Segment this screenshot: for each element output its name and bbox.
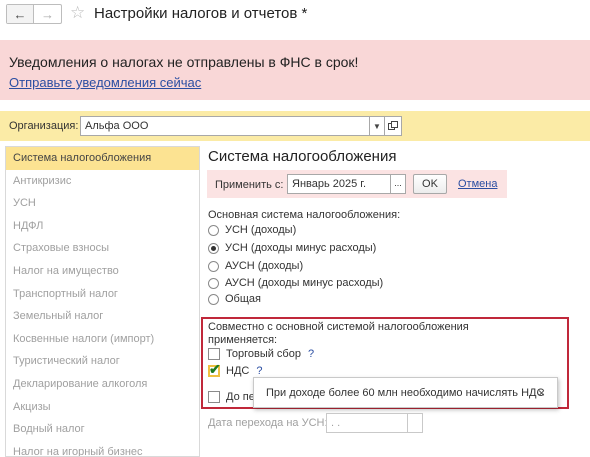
radio-label: УСН (доходы)	[225, 224, 297, 236]
sidebar-item-alcohol[interactable]: Декларирование алкоголя	[6, 373, 199, 396]
back-arrow-icon[interactable]: ←	[7, 5, 35, 23]
favorite-star-icon[interactable]: ☆	[70, 3, 85, 23]
radio-button[interactable]	[208, 293, 219, 305]
main-system-label: Основная система налогообложения:	[208, 209, 401, 221]
vat-tooltip: При доходе более 60 млн необходимо начис…	[253, 377, 558, 408]
radio-option-ausn-income-expenses[interactable]: АУСН (доходы минус расходы)	[208, 275, 383, 291]
transition-date-label: Дата перехода на УСН:	[208, 417, 328, 429]
sidebar-item-property-tax[interactable]: Налог на имущество	[6, 260, 199, 283]
apply-from-label: Применить с:	[215, 179, 284, 191]
radio-label: АУСН (доходы)	[225, 260, 304, 272]
organization-bar: Организация: Альфа ООО ▼	[0, 111, 590, 141]
sidebar-item-indirect-taxes[interactable]: Косвенные налоги (импорт)	[6, 328, 199, 351]
ok-button[interactable]: OK	[413, 174, 447, 194]
radio-button[interactable]	[208, 260, 219, 272]
sidebar-item-tourist-tax[interactable]: Туристический налог	[6, 350, 199, 373]
radio-option-usn-income-expenses[interactable]: УСН (доходы минус расходы)	[208, 240, 376, 256]
checkmark-icon: ✔	[209, 361, 221, 377]
radio-option-general[interactable]: Общая	[208, 291, 261, 307]
trade-fee-label: Торговый сбор	[226, 348, 301, 360]
radio-option-ausn-income[interactable]: АУСН (доходы)	[208, 258, 303, 274]
send-notifications-link[interactable]: Отправьте уведомления сейчас	[9, 75, 201, 90]
transition-date-field[interactable]: . .	[326, 413, 408, 433]
sections-sidebar: Система налогообложения Антикризис УСН Н…	[5, 146, 200, 457]
transition-checkbox[interactable]	[208, 391, 220, 403]
sidebar-item-water-tax[interactable]: Водный налог	[6, 418, 199, 441]
sidebar-item-gambling-tax[interactable]: Налог на игорный бизнес	[6, 441, 199, 456]
sidebar-item-tax-system[interactable]: Система налогообложения	[6, 147, 199, 170]
sidebar-item-excise[interactable]: Акцизы	[6, 396, 199, 419]
sidebar-item-usn[interactable]: УСН	[6, 192, 199, 215]
sidebar-item-transport-tax[interactable]: Транспортный налог	[6, 283, 199, 306]
alert-banner: Уведомления о налогах не отправлены в ФН…	[0, 40, 590, 100]
close-icon[interactable]: ×	[538, 386, 545, 400]
section-title: Система налогообложения	[208, 148, 397, 165]
trade-fee-row[interactable]: Торговый сбор ?	[208, 346, 314, 362]
open-window-icon[interactable]	[384, 116, 402, 136]
apply-from-panel: Применить с: Январь 2025 г. ... OK Отмен…	[207, 170, 507, 198]
apply-from-field[interactable]: Январь 2025 г.	[287, 174, 391, 194]
chevron-down-icon[interactable]: ▼	[369, 116, 385, 136]
forward-arrow-icon[interactable]: →	[34, 5, 61, 23]
select-period-button[interactable]: ...	[390, 174, 406, 194]
sidebar-item-ndfl[interactable]: НДФЛ	[6, 215, 199, 238]
radio-option-usn-income[interactable]: УСН (доходы)	[208, 222, 296, 238]
calendar-icon[interactable]	[407, 413, 423, 433]
cancel-link[interactable]: Отмена	[458, 178, 497, 190]
sidebar-item-anticrisis[interactable]: Антикризис	[6, 170, 199, 193]
sidebar-item-insurance[interactable]: Страховые взносы	[6, 237, 199, 260]
trade-fee-help-icon[interactable]: ?	[308, 348, 314, 360]
title-bar: ← → ☆ Настройки налогов и отчетов *	[0, 0, 590, 30]
radio-label: УСН (доходы минус расходы)	[225, 242, 377, 254]
tooltip-text: При доходе более 60 млн необходимо начис…	[266, 387, 545, 399]
radio-button[interactable]	[208, 224, 219, 236]
radio-label: Общая	[225, 293, 261, 305]
organization-label: Организация:	[9, 120, 79, 132]
organization-field[interactable]: Альфа ООО	[80, 116, 370, 136]
trade-fee-checkbox[interactable]	[208, 348, 220, 360]
page-title: Настройки налогов и отчетов *	[94, 5, 308, 22]
combined-systems-label: Совместно с основной системой налогообло…	[208, 321, 469, 346]
vat-help-icon[interactable]: ?	[256, 365, 262, 377]
sidebar-item-land-tax[interactable]: Земельный налог	[6, 305, 199, 328]
vat-checkbox[interactable]: ✔	[208, 361, 221, 377]
radio-label: АУСН (доходы минус расходы)	[225, 277, 384, 289]
vat-label: НДС	[226, 365, 250, 377]
radio-button[interactable]	[208, 277, 219, 289]
alert-message: Уведомления о налогах не отправлены в ФН…	[9, 54, 359, 70]
radio-button-selected[interactable]	[208, 242, 219, 254]
nav-buttons: ← →	[6, 4, 62, 24]
